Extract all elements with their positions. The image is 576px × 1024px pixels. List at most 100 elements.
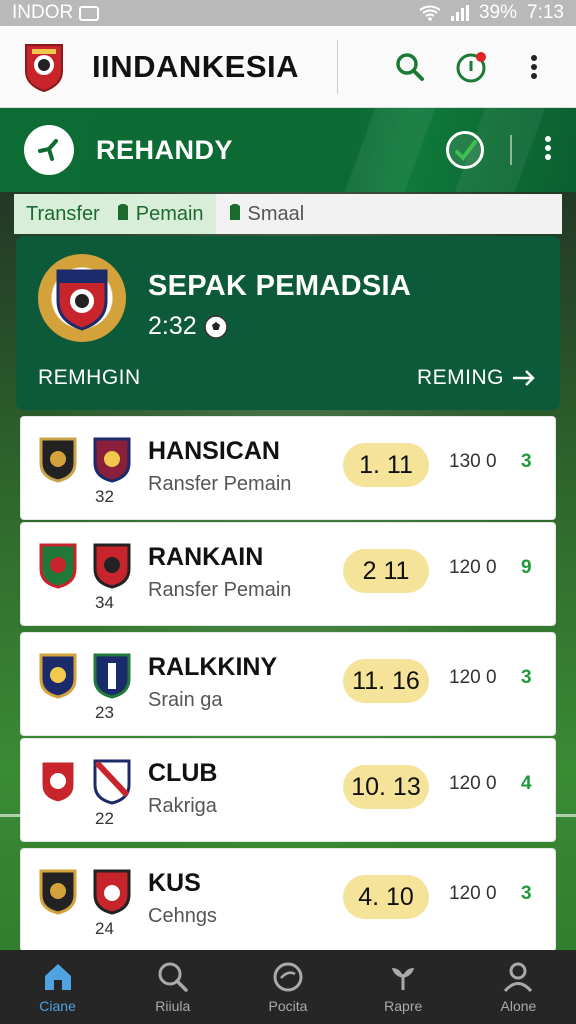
club-subtitle: Rakriga <box>148 795 217 817</box>
list-item[interactable]: 32 HANSICAN Ransfer Pemain 1. 11 130 0 3 <box>20 416 556 520</box>
away-club-crest-icon <box>93 869 131 915</box>
football-icon[interactable] <box>446 131 484 169</box>
away-club-crest-icon <box>93 543 131 589</box>
feature-right-label: REMING <box>417 366 504 389</box>
row-stat: 120 0 <box>449 773 497 794</box>
nav-label: Pocita <box>268 998 308 1014</box>
nav-search[interactable]: Riiula <box>115 950 230 1024</box>
list-item[interactable]: 22 CLUB Rakriga 10. 13 120 0 4 <box>20 738 556 842</box>
club-name: HANSICAN <box>148 437 280 465</box>
nav-label: Riiula <box>155 998 191 1014</box>
banner-title: REHANDY <box>96 134 234 165</box>
signal-icon <box>450 5 469 21</box>
row-number: 23 <box>95 703 114 722</box>
notification-bell-icon[interactable] <box>452 47 492 87</box>
search-icon <box>158 962 188 992</box>
featured-match-card[interactable]: SEPAK PEMADSIA 2:32 REMHGIN REMING <box>16 236 560 410</box>
battery-level: 39% <box>478 2 518 23</box>
list-item[interactable]: 24 KUS Cehngs 4. 10 120 0 3 <box>20 848 556 952</box>
club-crest-icon <box>38 254 126 342</box>
tab-smaal[interactable]: Smaal <box>216 194 317 234</box>
club-subtitle: Ransfer Pemain <box>148 579 292 601</box>
notification-icon <box>79 5 100 21</box>
row-stat-highlight: 3 <box>521 451 532 472</box>
score-pill: 1. 11 <box>343 443 429 487</box>
bottom-navigation: Ciane Riiula Pocita Rapre Alone <box>0 950 576 1024</box>
arrow-right-icon <box>513 370 535 386</box>
feature-left-label: REMHGIN <box>38 366 141 389</box>
feature-more-link[interactable]: REMING <box>417 366 536 390</box>
match-title: SEPAK PEMADSIA <box>148 270 412 302</box>
home-club-crest-icon <box>39 543 77 589</box>
section-banner: REHANDY <box>0 108 576 192</box>
list-item[interactable]: 34 RANKAIN Ransfer Pemain 2 11 120 0 9 <box>20 522 556 626</box>
tab-label: Pemain <box>135 202 204 225</box>
tools-icon <box>38 139 58 161</box>
row-stat-highlight: 9 <box>521 557 532 578</box>
home-club-crest-icon <box>39 869 77 915</box>
clock-icon <box>273 962 303 992</box>
club-name: CLUB <box>148 759 218 787</box>
tab-transfer-pemain[interactable]: Transfer Pemain <box>14 194 216 234</box>
club-name: RALKKINY <box>148 653 278 681</box>
row-stat-highlight: 3 <box>521 883 532 904</box>
away-club-crest-icon <box>93 437 131 483</box>
app-title: IINDANKESIA <box>92 48 300 84</box>
score-text: 2:32 <box>148 312 197 340</box>
nav-label: Ciane <box>39 998 76 1014</box>
nav-home[interactable]: Ciane <box>0 950 115 1024</box>
nav-label: Rapre <box>384 998 423 1014</box>
status-bar: INDOR 39% 7:13 <box>0 0 576 26</box>
tab-bar: Transfer Pemain Smaal <box>14 194 562 234</box>
row-stat: 120 0 <box>449 557 497 578</box>
score-pill: 11. 16 <box>343 659 429 703</box>
club-subtitle: Srain ga <box>148 689 223 711</box>
club-name: KUS <box>148 869 201 897</box>
match-list: 32 HANSICAN Ransfer Pemain 1. 11 130 0 3… <box>20 416 556 954</box>
row-stat-highlight: 3 <box>521 667 532 688</box>
wifi-icon <box>419 5 441 21</box>
row-number: 34 <box>95 593 114 612</box>
row-stat: 120 0 <box>449 667 497 688</box>
banner-divider <box>510 135 512 165</box>
nav-label: Alone <box>500 998 537 1014</box>
banner-more-icon[interactable] <box>544 135 552 166</box>
club-logo[interactable] <box>22 41 66 93</box>
score-pill: 10. 13 <box>343 765 429 809</box>
header-divider <box>337 39 338 94</box>
list-item[interactable]: 23 RALKKINY Srain ga 11. 16 120 0 3 <box>20 632 556 736</box>
clock-time: 7:13 <box>527 2 564 23</box>
plant-icon <box>392 968 415 990</box>
more-options-icon[interactable] <box>514 47 554 87</box>
score-pill: 4. 10 <box>343 875 429 919</box>
row-number: 22 <box>95 809 114 828</box>
row-stat: 130 0 <box>449 451 497 472</box>
tab-label: Smaal <box>247 202 305 225</box>
row-stat-highlight: 4 <box>521 773 532 794</box>
row-number: 24 <box>95 919 114 938</box>
app-header: IINDANKESIA <box>0 26 576 108</box>
home-club-crest-icon <box>39 759 77 805</box>
soccer-ball-icon <box>203 314 228 339</box>
score-pill: 2 11 <box>343 549 429 593</box>
status-carrier: INDOR <box>12 2 74 23</box>
nav-rapre[interactable]: Rapre <box>346 950 461 1024</box>
row-stat: 120 0 <box>449 883 497 904</box>
tab-label: Transfer <box>26 202 100 225</box>
home-icon <box>44 964 71 990</box>
search-icon[interactable] <box>390 47 430 87</box>
home-club-crest-icon <box>39 437 77 483</box>
nav-clock[interactable]: Pocita <box>230 950 345 1024</box>
nav-profile[interactable]: Alone <box>461 950 576 1024</box>
match-score: 2:32 <box>148 312 229 341</box>
user-icon <box>504 962 533 993</box>
shirt-icon <box>228 203 242 226</box>
away-club-crest-icon <box>93 759 131 805</box>
away-club-crest-icon <box>93 653 131 699</box>
row-number: 32 <box>95 487 114 506</box>
tool-button[interactable] <box>24 125 74 175</box>
club-subtitle: Ransfer Pemain <box>148 473 292 495</box>
club-name: RANKAIN <box>148 543 264 571</box>
home-club-crest-icon <box>39 653 77 699</box>
club-subtitle: Cehngs <box>148 905 217 927</box>
